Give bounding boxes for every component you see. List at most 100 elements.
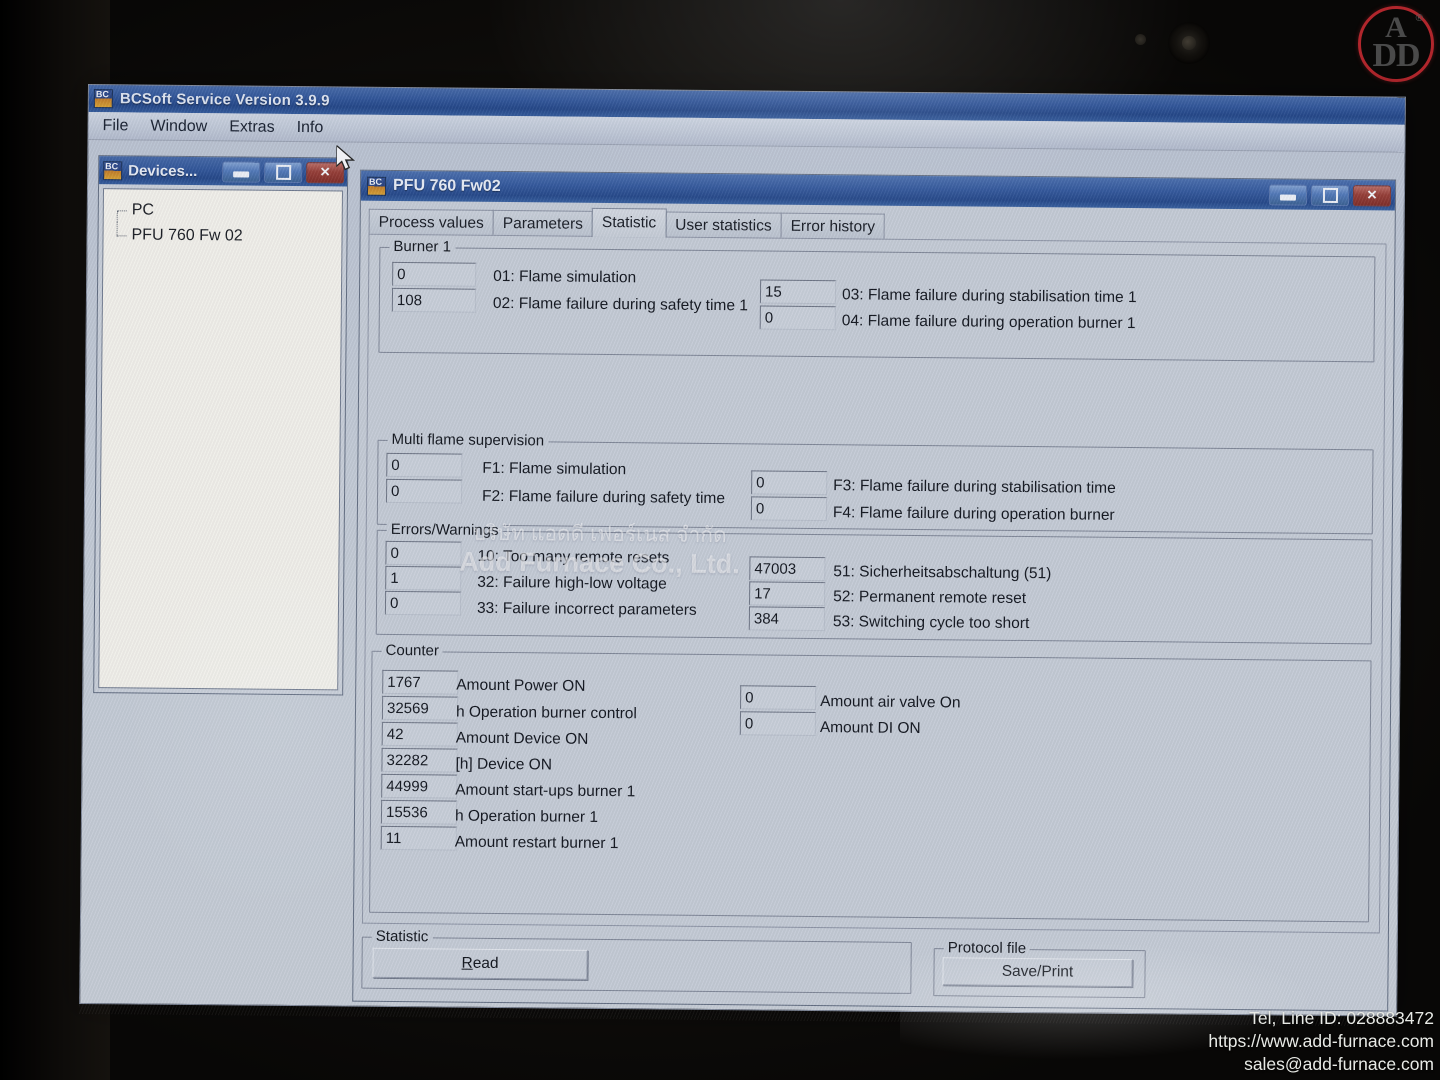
counter-field-h-device-on[interactable]: 32282: [381, 747, 458, 773]
errors-field-33[interactable]: 0: [384, 590, 462, 616]
counter-field-device-on[interactable]: 42: [381, 721, 458, 747]
contact-website[interactable]: https://www.add-furnace.com: [1208, 1030, 1434, 1053]
bcsoft-main-window: BCSoft Service Version 3.9.9 File Window…: [79, 84, 1406, 1017]
counter-field-startups-b1[interactable]: 44999: [381, 773, 458, 799]
logo-letters-dd: DD: [1372, 37, 1420, 74]
counter-label-h-device-on: [h] Device ON: [455, 755, 553, 774]
devices-minimize-button[interactable]: [222, 160, 261, 183]
counter-field-power-on[interactable]: 1767: [382, 669, 459, 695]
tree-item-pfu[interactable]: PFU 760 Fw 02: [111, 222, 341, 249]
errors-field-52[interactable]: 17: [749, 581, 826, 607]
read-button-label: ead: [472, 954, 499, 972]
burner1-label-04: 04: Flame failure during operation burne…: [841, 312, 1136, 333]
read-button-accel: R: [461, 954, 473, 972]
burner1-field-04[interactable]: 0: [759, 305, 836, 331]
screen-content: BCSoft Service Version 3.9.9 File Window…: [79, 84, 1406, 1027]
errors-label-10: 10: Too many remote resets: [477, 547, 670, 567]
tab-error-history[interactable]: Error history: [780, 212, 886, 240]
group-burner-1: Burner 1 0 01: Flame simulation 108 02: …: [378, 237, 1376, 363]
counter-field-h-op-burner-1[interactable]: 15536: [380, 799, 458, 825]
multiflame-field-f4[interactable]: 0: [750, 496, 828, 522]
pfu-titlebar[interactable]: PFU 760 Fw02 ✕: [360, 170, 1396, 211]
tab-process-values[interactable]: Process values: [368, 208, 494, 236]
counter-label-restart-b1: Amount restart burner 1: [454, 833, 619, 853]
group-protocol-file: Protocol file Save/Print: [933, 939, 1146, 999]
counter-field-air-valve-on[interactable]: 0: [740, 685, 817, 711]
pfu-window-title: PFU 760 Fw02: [392, 176, 501, 195]
statistic-tab-panel: Burner 1 0 01: Flame simulation 108 02: …: [361, 233, 1387, 934]
group-burner-1-legend: Burner 1: [389, 237, 456, 256]
devices-window: Devices... ✕ PC PFU 760 Fw 02: [93, 155, 349, 696]
group-counter: Counter 1767 Amount Power ON 32569 h Ope…: [369, 641, 1372, 923]
multiflame-label-f1: F1: Flame simulation: [482, 459, 627, 479]
devices-tree[interactable]: PC PFU 760 Fw 02: [98, 188, 343, 691]
multiflame-label-f2: F2: Flame failure during safety time: [481, 487, 726, 508]
devices-titlebar[interactable]: Devices... ✕: [99, 156, 348, 187]
contact-overlay: Tel, Line ID: 028883472 https://www.add-…: [1208, 1007, 1434, 1076]
bcsoft-app-icon: [93, 89, 113, 109]
counter-field-di-on[interactable]: 0: [739, 711, 817, 737]
read-button[interactable]: Read: [372, 947, 588, 980]
errors-field-32[interactable]: 1: [385, 565, 462, 591]
burner1-field-03[interactable]: 15: [759, 279, 837, 305]
pfu-minimize-button[interactable]: [1268, 183, 1308, 206]
errors-field-10[interactable]: 0: [385, 540, 462, 566]
menu-item-extras[interactable]: Extras: [229, 118, 275, 136]
save-print-button[interactable]: Save/Print: [942, 957, 1133, 988]
tab-parameters[interactable]: Parameters: [492, 209, 594, 237]
webcam-icon: [1168, 22, 1210, 64]
counter-field-h-op-burner-ctl[interactable]: 32569: [381, 695, 459, 721]
pfu-device-window: PFU 760 Fw02 ✕ Process values Parameters…: [352, 169, 1397, 1012]
group-errors-warnings: Errors/Warnings 0 10: Too many remote re…: [375, 520, 1373, 645]
group-protocol-file-legend: Protocol file: [943, 939, 1031, 958]
menu-item-info[interactable]: Info: [297, 119, 324, 137]
errors-label-33: 33: Failure incorrect parameters: [476, 599, 697, 619]
tree-item-pc[interactable]: PC: [112, 197, 342, 224]
tab-user-statistics[interactable]: User statistics: [665, 211, 782, 239]
burner1-field-01[interactable]: 0: [392, 261, 477, 287]
group-multi-flame-legend: Multi flame supervision: [387, 430, 549, 450]
devices-maximize-button[interactable]: [264, 161, 303, 183]
errors-label-32: 32: Failure high-low voltage: [477, 573, 667, 593]
group-statistic-actions: Statistic Read: [361, 927, 912, 994]
errors-label-53: 53: Switching cycle too short: [832, 613, 1030, 633]
errors-field-53[interactable]: 384: [748, 606, 826, 632]
group-counter-legend: Counter: [381, 641, 444, 660]
counter-label-h-op-burner-ctl: h Operation burner control: [455, 703, 637, 723]
counter-label-power-on: Amount Power ON: [456, 676, 586, 695]
counter-label-device-on: Amount Device ON: [455, 729, 589, 748]
menu-item-file[interactable]: File: [103, 117, 129, 135]
pfu-window-icon: [366, 176, 387, 196]
counter-field-restart-b1[interactable]: 11: [380, 825, 457, 851]
multiflame-field-f3[interactable]: 0: [751, 470, 828, 496]
multiflame-field-f2[interactable]: 0: [385, 478, 463, 504]
devices-window-icon: [103, 160, 123, 180]
burner1-label-03: 03: Flame failure during stabilisation t…: [841, 286, 1137, 307]
webcam-led-icon: [1135, 34, 1146, 45]
errors-label-52: 52: Permanent remote reset: [833, 588, 1027, 608]
devices-window-title: Devices...: [128, 161, 198, 180]
errors-field-51[interactable]: 47003: [749, 556, 826, 582]
multiflame-field-f1[interactable]: 0: [386, 452, 463, 478]
multiflame-label-f3: F3: Flame failure during stabilisation t…: [833, 477, 1116, 497]
burner1-label-02: 02: Flame failure during safety time 1: [492, 294, 748, 315]
errors-label-51: 51: Sicherheitsabschaltung (51): [833, 563, 1052, 583]
group-errors-warnings-legend: Errors/Warnings: [386, 520, 503, 539]
add-furnace-logo: A DD ®: [1358, 6, 1434, 82]
laptop-screen-photo: A DD ® BCSoft Service Version 3.9.9 File…: [0, 0, 1440, 1080]
pfu-maximize-button[interactable]: [1310, 184, 1350, 206]
menu-item-window[interactable]: Window: [150, 117, 207, 136]
burner1-label-01: 01: Flame simulation: [493, 267, 637, 287]
contact-phone: Tel, Line ID: 028883472: [1249, 1007, 1434, 1028]
app-title: BCSoft Service Version 3.9.9: [119, 90, 330, 110]
counter-label-startups-b1: Amount start-ups burner 1: [455, 781, 636, 801]
burner1-field-02[interactable]: 108: [391, 287, 477, 313]
tab-statistic[interactable]: Statistic: [591, 207, 667, 238]
contact-email[interactable]: sales@add-furnace.com: [1208, 1053, 1434, 1076]
counter-label-di-on: Amount DI ON: [819, 719, 921, 738]
group-multi-flame-supervision: Multi flame supervision 0 F1: Flame simu…: [376, 430, 1374, 535]
devices-close-button[interactable]: ✕: [306, 161, 345, 183]
counter-label-h-op-burner-1: h Operation burner 1: [454, 807, 599, 826]
pfu-close-button[interactable]: ✕: [1352, 184, 1392, 207]
counter-label-air-valve-on: Amount air valve On: [820, 693, 961, 712]
